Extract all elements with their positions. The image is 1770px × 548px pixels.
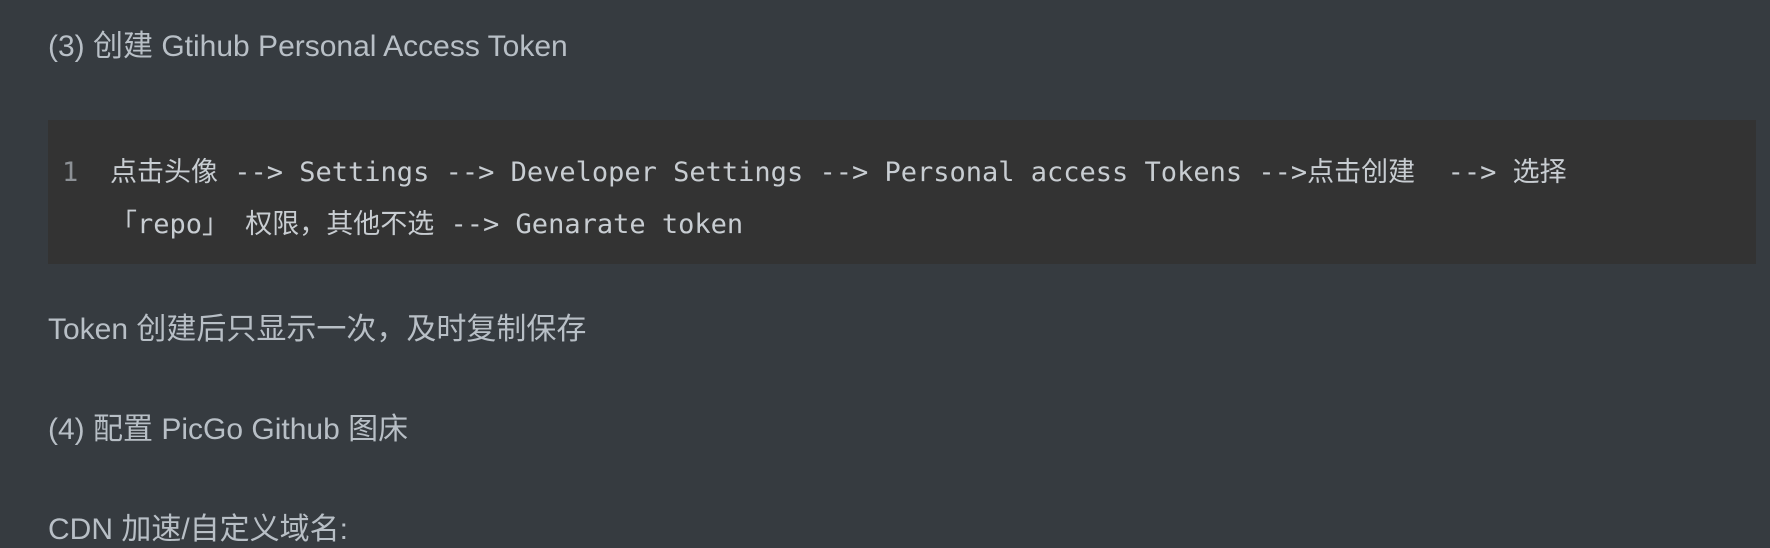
code-block: 1 点击头像 --> Settings --> Developer Settin… xyxy=(48,120,1756,264)
code-line-2: 「repo」 权限，其他不选 --> Genarate token xyxy=(110,209,744,240)
token-note-paragraph: Token 创建后只显示一次，及时复制保存 xyxy=(48,313,587,346)
section-4-heading: (4) 配置 PicGo Github 图床 xyxy=(48,413,409,446)
markdown-document: (3) 创建 Gtihub Personal Access Token 1 点击… xyxy=(0,0,1770,548)
cdn-domain-label: CDN 加速/自定义域名: xyxy=(48,513,348,546)
section-3-heading: (3) 创建 Gtihub Personal Access Token xyxy=(48,30,568,63)
code-content: 点击头像 --> Settings --> Developer Settings… xyxy=(110,147,1690,251)
code-line-1: 点击头像 --> Settings --> Developer Settings… xyxy=(110,157,1567,188)
code-line-number: 1 xyxy=(62,157,79,188)
